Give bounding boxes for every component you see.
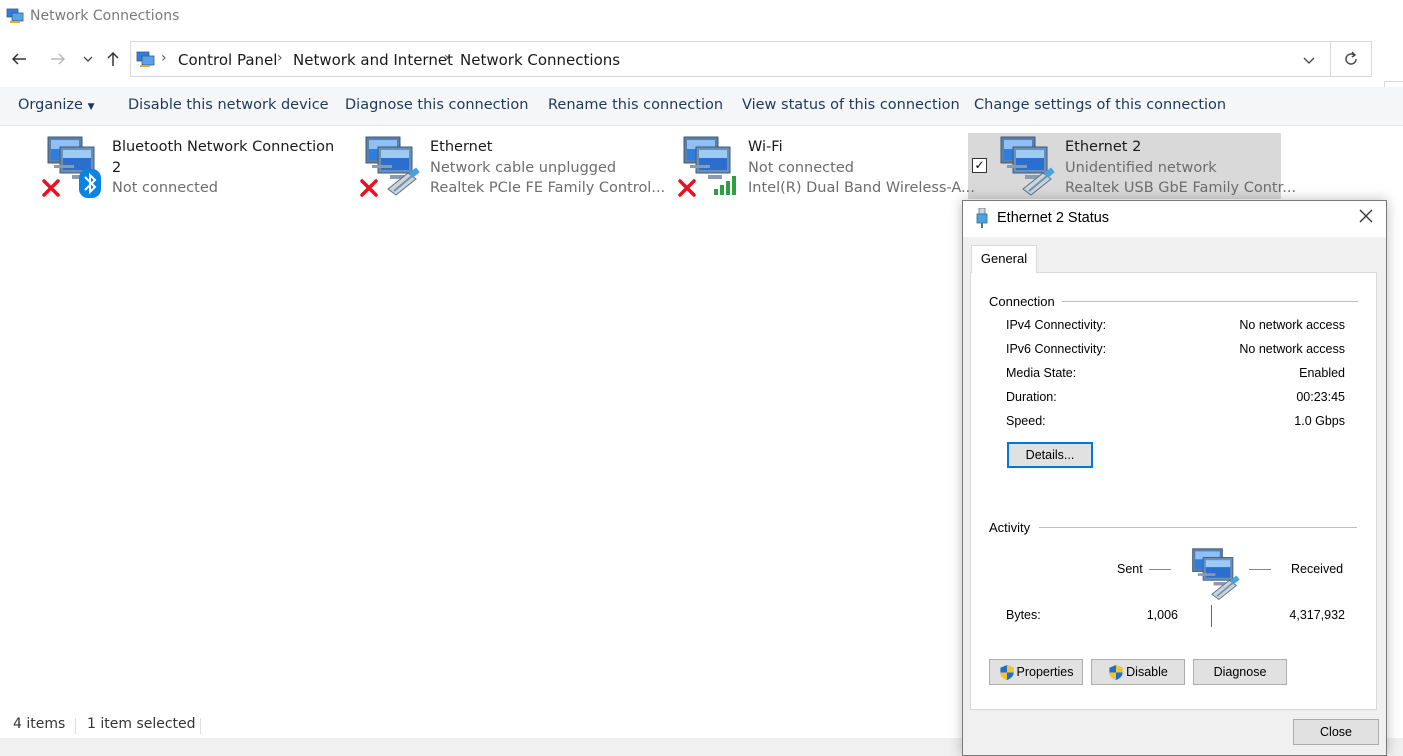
- disable-button[interactable]: Disable: [1091, 659, 1185, 685]
- connection-name-cont: 2: [112, 159, 122, 176]
- details-button[interactable]: Details...: [1007, 442, 1093, 468]
- bytes-sent-value: 1,006: [1146, 608, 1178, 622]
- connection-name: Bluetooth Network Connection: [112, 139, 335, 155]
- status-bar: 4 items 1 item selected: [0, 712, 960, 738]
- activity-group-label: Activity: [989, 520, 1031, 535]
- caret-down-icon: ▼: [87, 102, 95, 112]
- properties-button-label: Properties: [1016, 665, 1074, 679]
- media-state-row: Media State: Enabled: [1006, 366, 1345, 384]
- connection-status: Network cable unplugged: [430, 159, 617, 176]
- change-settings-command[interactable]: Change settings of this connection: [974, 97, 1226, 113]
- row-label: IPv4 Connectivity:: [1006, 318, 1107, 332]
- arrow-up-icon[interactable]: [102, 48, 124, 70]
- rename-command[interactable]: Rename this connection: [548, 97, 723, 113]
- status-divider: [200, 718, 201, 734]
- sent-label: Sent: [1117, 562, 1143, 576]
- speed-row: Speed: 1.0 Gbps: [1006, 414, 1345, 432]
- error-x-icon: [42, 179, 60, 197]
- network-monitor-icon: [678, 136, 736, 197]
- window-title: Network Connections: [30, 8, 180, 24]
- connection-item-ethernet-2[interactable]: Ethernet 2 Unidentified network Realtek …: [995, 133, 1296, 199]
- dialog-title-bar: Ethernet 2 Status: [963, 201, 1386, 237]
- ipv6-row: IPv6 Connectivity: No network access: [1006, 342, 1345, 360]
- bytes-received-value: 4,317,932: [1289, 608, 1345, 622]
- connection-name: Ethernet 2: [1065, 139, 1142, 155]
- group-divider: [1062, 301, 1358, 302]
- row-label: IPv6 Connectivity:: [1006, 342, 1107, 356]
- row-label: Speed:: [1006, 414, 1046, 428]
- breadcrumb-separator: ›: [444, 50, 450, 66]
- connection-device: Realtek PCIe FE Family Control...: [430, 180, 666, 196]
- organize-menu[interactable]: Organize ▼: [18, 97, 95, 113]
- row-value: No network access: [1239, 318, 1345, 332]
- breadcrumb-separator: ›: [277, 50, 283, 66]
- title-bar: Network Connections: [0, 0, 1403, 34]
- group-divider: [1039, 527, 1357, 528]
- diagnose-command[interactable]: Diagnose this connection: [345, 97, 528, 113]
- chevron-down-icon[interactable]: [77, 48, 99, 70]
- activity-divider: [1211, 605, 1212, 627]
- view-status-command[interactable]: View status of this connection: [742, 97, 960, 113]
- uac-shield-icon: [1109, 664, 1123, 680]
- uac-shield-icon: [999, 664, 1014, 680]
- connection-device: Intel(R) Dual Band Wireless-A...: [748, 180, 975, 196]
- network-monitor-icon: [360, 136, 421, 197]
- disable-button-label: Disable: [1126, 665, 1168, 679]
- ipv4-row: IPv4 Connectivity: No network access: [1006, 318, 1345, 336]
- connection-name: Wi-Fi: [748, 139, 783, 155]
- address-dropdown-icon[interactable]: [1303, 50, 1315, 69]
- status-divider: [75, 718, 76, 734]
- connection-item-ethernet[interactable]: Ethernet Network cable unplugged Realtek…: [360, 133, 665, 199]
- row-value: 00:23:45: [1296, 390, 1345, 404]
- item-count: 4 items: [13, 716, 66, 732]
- network-connections-icon: [6, 8, 24, 28]
- row-label: Duration:: [1006, 390, 1057, 404]
- network-monitor-icon: [1000, 136, 1056, 196]
- connection-status: Not connected: [112, 180, 218, 196]
- received-line: [1249, 569, 1271, 570]
- control-panel-icon: [135, 50, 155, 72]
- properties-button[interactable]: Properties: [989, 659, 1083, 685]
- disable-device-command[interactable]: Disable this network device: [128, 97, 329, 113]
- arrow-right-icon[interactable]: [47, 48, 69, 70]
- connection-device: Realtek USB GbE Family Contr...: [1065, 180, 1297, 196]
- bytes-label: Bytes:: [1006, 608, 1041, 622]
- arrow-left-icon[interactable]: [8, 48, 30, 70]
- connection-item-bluetooth[interactable]: Bluetooth Network Connection 2 Not conne…: [42, 133, 342, 199]
- selection-count: 1 item selected: [87, 716, 196, 732]
- ethernet-plug-icon: [975, 207, 989, 233]
- refresh-icon[interactable]: [1330, 42, 1371, 76]
- sent-line: [1149, 569, 1171, 570]
- close-icon[interactable]: [1358, 208, 1374, 229]
- tab-general[interactable]: General: [971, 245, 1037, 273]
- ethernet-status-dialog: Ethernet 2 Status General Connection IPv…: [962, 200, 1387, 756]
- error-x-icon: [360, 179, 378, 197]
- row-value: 1.0 Gbps: [1294, 414, 1345, 428]
- general-panel: Connection IPv4 Connectivity: No network…: [970, 272, 1377, 710]
- close-button[interactable]: Close: [1293, 719, 1379, 745]
- network-activity-icon: [1192, 548, 1241, 601]
- breadcrumb-control-panel[interactable]: Control Panel: [178, 51, 277, 69]
- row-value: Enabled: [1299, 366, 1345, 380]
- address-bar[interactable]: › Control Panel › Network and Internet ›…: [130, 41, 1372, 77]
- row-value: No network access: [1239, 342, 1345, 356]
- received-label: Received: [1291, 562, 1344, 576]
- connection-status: Not connected: [748, 159, 854, 176]
- network-monitor-icon: [42, 136, 101, 198]
- duration-row: Duration: 00:23:45: [1006, 390, 1345, 408]
- diagnose-button[interactable]: Diagnose: [1193, 659, 1287, 685]
- navigation-bar: › Control Panel › Network and Internet ›…: [0, 40, 1403, 117]
- breadcrumb-network-and-internet[interactable]: Network and Internet: [293, 51, 453, 69]
- connection-name: Ethernet: [430, 139, 493, 155]
- dialog-title: Ethernet 2 Status: [997, 210, 1110, 226]
- row-label: Media State:: [1006, 366, 1077, 380]
- error-x-icon: [678, 179, 696, 197]
- connection-item-wifi[interactable]: Wi-Fi Not connected Intel(R) Dual Band W…: [678, 133, 975, 199]
- connection-status: Unidentified network: [1065, 159, 1217, 176]
- connection-group-label: Connection: [989, 294, 1055, 309]
- bluetooth-icon: [79, 169, 101, 198]
- breadcrumb-network-connections[interactable]: Network Connections: [460, 51, 620, 69]
- breadcrumb-separator: ›: [161, 50, 167, 66]
- command-bar: Organize ▼ Disable this network device D…: [0, 87, 1403, 126]
